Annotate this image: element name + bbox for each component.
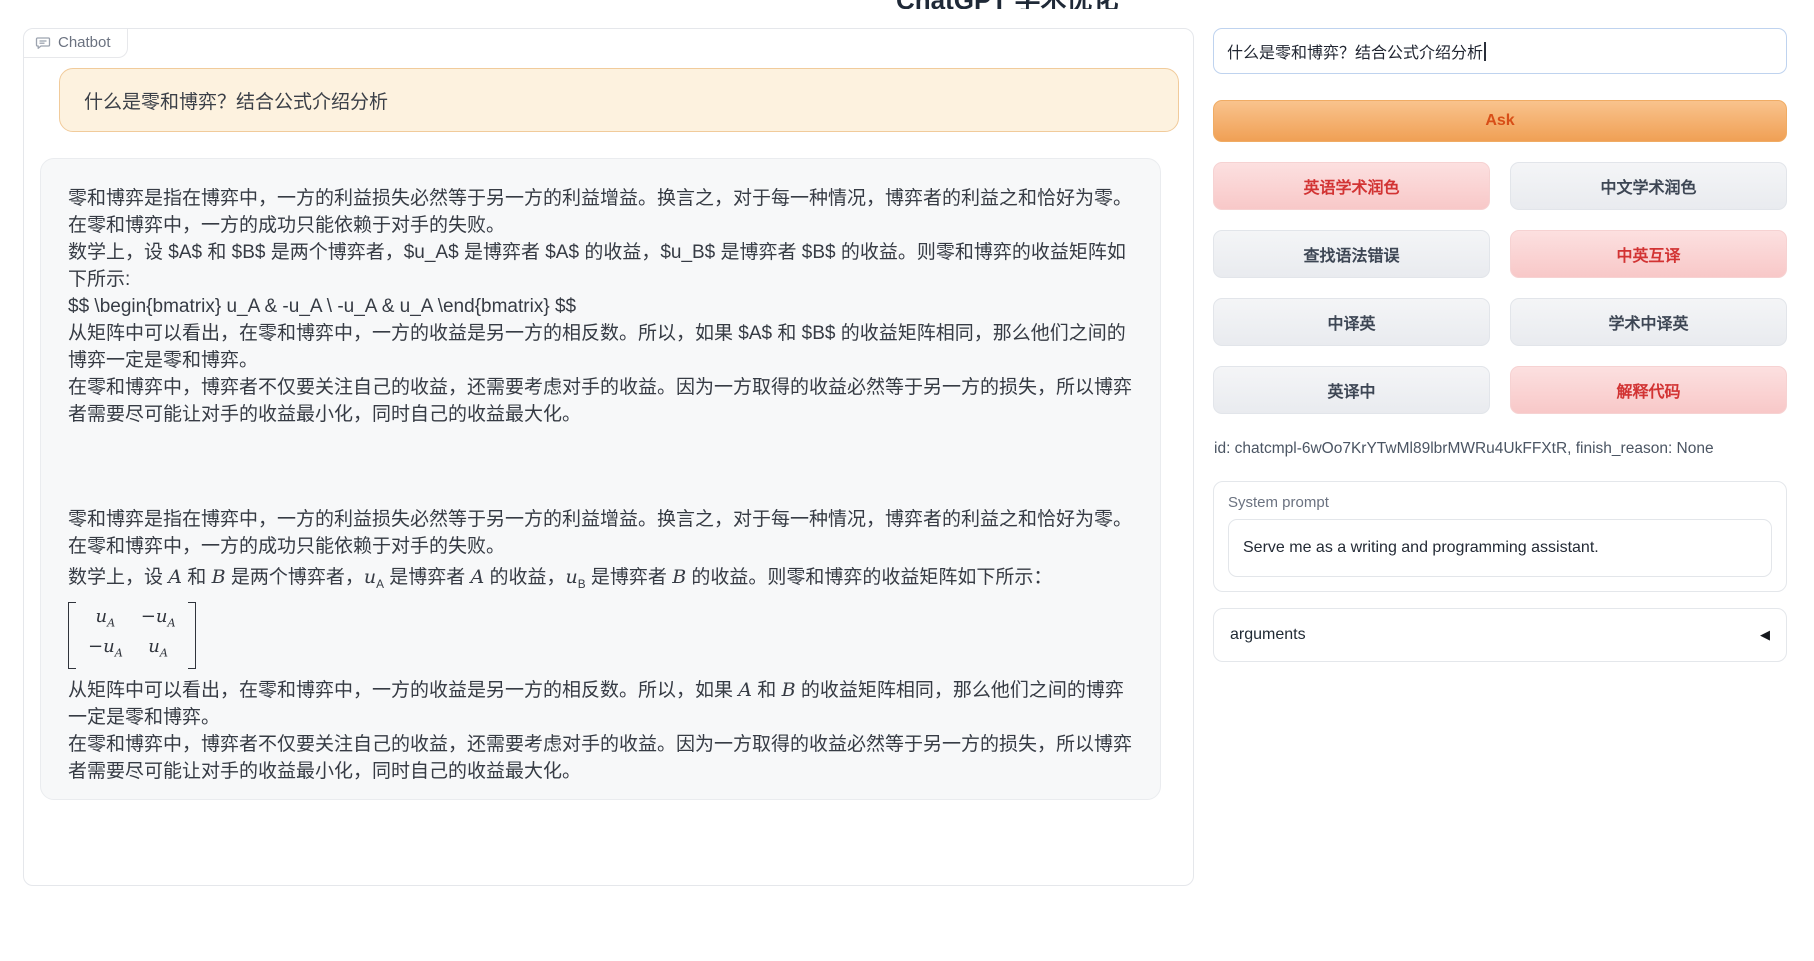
page-title-text: ChatGPT 学术优化	[896, 0, 1118, 9]
question-input[interactable]: 什么是零和博弈？结合公式介绍分析	[1213, 28, 1787, 74]
accordion-collapse-icon[interactable]: ◀	[1760, 627, 1770, 643]
chinese-academic-polish-button[interactable]: 中文学术润色	[1510, 162, 1787, 210]
bot-math-paragraph: 从矩阵中可以看出，在零和博弈中，一方的收益是另一方的相反数。所以，如果 A 和 …	[68, 677, 1133, 731]
page-title: ChatGPT 学术优化	[896, 0, 1118, 9]
user-message-text: 什么是零和博弈？结合公式介绍分析	[84, 87, 388, 114]
response-status-line: id: chatcmpl-6wOo7KrYTwMl89lbrMWRu4UkFFX…	[1214, 440, 1714, 458]
bot-rendered-markdown: 零和博弈是指在博弈中，一方的利益损失必然等于另一方的利益增益。换言之，对于每一种…	[68, 506, 1133, 785]
quick-function-buttons: 英语学术润色中文学术润色查找语法错误中英互译中译英学术中译英英译中解释代码	[1213, 162, 1787, 414]
arguments-accordion-label: arguments	[1230, 626, 1306, 644]
bot-message-bubble: 零和博弈是指在博弈中，一方的利益损失必然等于另一方的利益增益。换言之，对于每一种…	[40, 158, 1161, 800]
bot-paragraph: 数学上，设 $A$ 和 $B$ 是两个博弈者，$u_A$ 是博弈者 $A$ 的收…	[68, 239, 1133, 293]
ask-button[interactable]: Ask	[1213, 100, 1787, 142]
matrix-cells: uA −uA −uA uA	[76, 602, 188, 669]
bot-paragraph: 在零和博弈中，博弈者不仅要关注自己的收益，还需要考虑对手的收益。因为一方取得的收…	[68, 374, 1133, 428]
explain-code-button[interactable]: 解释代码	[1510, 366, 1787, 414]
user-message-bubble: 什么是零和博弈？结合公式介绍分析	[59, 68, 1179, 132]
payoff-matrix: uA −uA −uA uA	[68, 602, 196, 669]
chatbot-label-text: Chatbot	[58, 34, 111, 51]
system-prompt-input[interactable]: Serve me as a writing and programming as…	[1228, 519, 1772, 577]
bot-math-paragraph: 数学上，设 A 和 B 是两个博弈者，uA 是博弈者 A 的收益，uB 是博弈者…	[68, 564, 1133, 598]
matrix-cell: −uA	[88, 635, 123, 666]
system-prompt-label: System prompt	[1228, 494, 1786, 511]
system-prompt-card: System prompt Serve me as a writing and …	[1213, 481, 1787, 592]
bot-paragraph: 零和博弈是指在博弈中，一方的利益损失必然等于另一方的利益增益。换言之，对于每一种…	[68, 506, 1133, 560]
bot-latex-source-line: $$ \begin{bmatrix} u_A & -u_A \ -u_A & u…	[68, 293, 1133, 320]
english-academic-polish-button[interactable]: 英语学术润色	[1213, 162, 1490, 210]
text-cursor	[1484, 42, 1486, 61]
bot-paragraph: 在零和博弈中，博弈者不仅要关注自己的收益，还需要考虑对手的收益。因为一方取得的收…	[68, 731, 1133, 785]
question-input-value: 什么是零和博弈？结合公式介绍分析	[1227, 39, 1483, 63]
chatbot-panel[interactable]: Chatbot 什么是零和博弈？结合公式介绍分析 零和博弈是指在博弈中，一方的利…	[23, 28, 1194, 886]
bot-paragraph: 零和博弈是指在博弈中，一方的利益损失必然等于另一方的利益增益。换言之，对于每一种…	[68, 185, 1133, 239]
arguments-accordion[interactable]: arguments ◀	[1213, 608, 1787, 662]
zh-to-en-button[interactable]: 中译英	[1213, 298, 1490, 346]
matrix-cell: uA	[141, 635, 176, 666]
system-prompt-value: Serve me as a writing and programming as…	[1243, 539, 1599, 557]
en-to-zh-button[interactable]: 英译中	[1213, 366, 1490, 414]
academic-zh-to-en-button[interactable]: 学术中译英	[1510, 298, 1787, 346]
bot-paragraph: 从矩阵中可以看出，在零和博弈中，一方的收益是另一方的相反数。所以，如果 $A$ …	[68, 320, 1133, 374]
matrix-left-bracket	[68, 602, 76, 669]
matrix-cell: uA	[88, 605, 123, 636]
bot-raw-markdown: 零和博弈是指在博弈中，一方的利益损失必然等于另一方的利益增益。换言之，对于每一种…	[68, 185, 1133, 428]
chatbot-label: Chatbot	[24, 29, 128, 58]
matrix-cell: −uA	[141, 605, 176, 636]
find-grammar-errors-button[interactable]: 查找语法错误	[1213, 230, 1490, 278]
matrix-right-bracket	[188, 602, 196, 669]
zh-en-mutual-translate-button[interactable]: 中英互译	[1510, 230, 1787, 278]
chat-bubble-icon	[35, 35, 51, 51]
